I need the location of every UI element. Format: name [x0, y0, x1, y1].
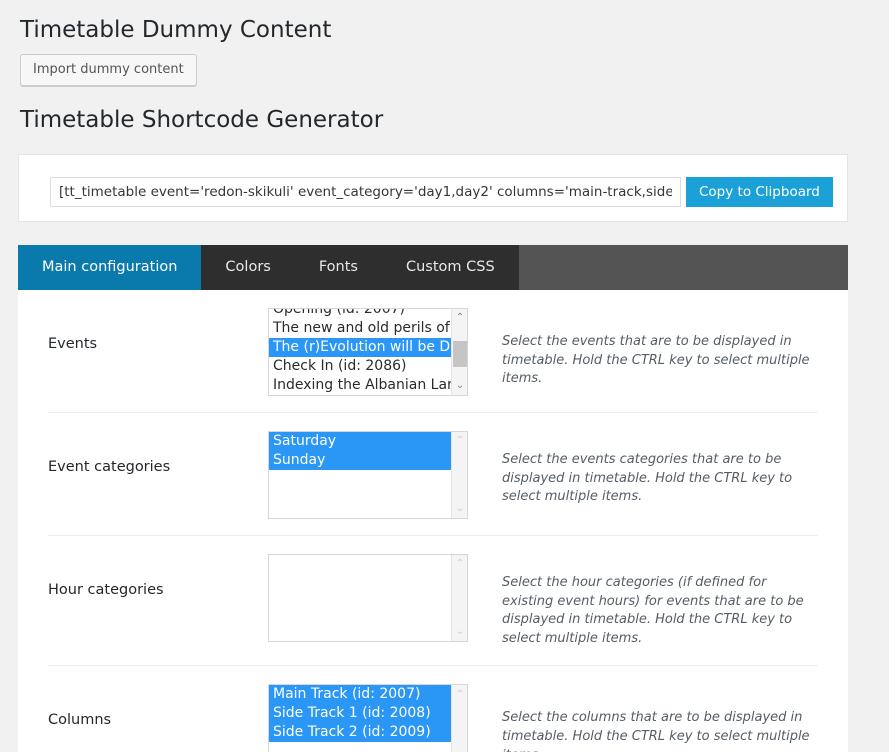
tab-bar: Main configuration Colors Fonts Custom C… [18, 244, 848, 290]
tab-colors[interactable]: Colors [201, 244, 295, 290]
events-listbox[interactable]: Opening (id: 2007) The new and old peril… [268, 307, 468, 396]
scroll-up-icon[interactable]: ⌃ [452, 686, 467, 702]
field-events: Opening (id: 2007) The new and old peril… [268, 307, 468, 396]
hour-categories-listbox-options [269, 555, 452, 641]
tab-fonts[interactable]: Fonts [294, 244, 382, 290]
event-categories-scrollbar[interactable]: ⌃ ⌄ [451, 431, 467, 518]
form-row-events: Events Opening (id: 2007) The new and ol… [48, 290, 818, 413]
list-item[interactable]: Indexing the Albanian Language (id: 2087… [269, 376, 452, 395]
events-listbox-options: Opening (id: 2007) The new and old peril… [269, 309, 452, 395]
help-event-categories: Select the events categories that are to… [502, 451, 793, 505]
scrollbar-thumb[interactable] [453, 340, 467, 367]
event-categories-listbox[interactable]: Saturday Sunday ⌃ ⌄ [268, 430, 468, 519]
help-columns: Select the columns that are to be displa… [502, 710, 810, 752]
scroll-up-icon[interactable]: ⌃ [452, 310, 467, 326]
copy-to-clipboard-button[interactable]: Copy to Clipboard [686, 176, 833, 207]
form-row-hour-categories: Hour categories ⌃ ⌄ Select the hour cate… [48, 536, 818, 667]
list-item[interactable]: The (r)Evolution will be Decentralized (… [269, 337, 452, 357]
field-hour-categories: ⌃ ⌄ [268, 553, 468, 642]
tab-main-configuration[interactable]: Main configuration [18, 244, 202, 290]
columns-listbox[interactable]: Main Track (id: 2007) Side Track 1 (id: … [268, 684, 468, 752]
list-item[interactable]: Opening (id: 2007) [269, 309, 452, 319]
form-row-columns: Columns Main Track (id: 2007) Side Track… [48, 666, 818, 752]
tab-custom-css[interactable]: Custom CSS [381, 244, 519, 290]
scroll-down-icon[interactable]: ⌄ [452, 501, 467, 517]
page-title: Timetable Dummy Content [20, 17, 332, 43]
field-columns: Main Track (id: 2007) Side Track 1 (id: … [268, 684, 468, 752]
list-item[interactable]: The new and old perils of colonialism (i… [269, 319, 452, 338]
shortcode-row: Copy to Clipboard [19, 176, 847, 207]
list-item[interactable]: Check In (id: 2086) [269, 357, 452, 376]
columns-listbox-options: Main Track (id: 2007) Side Track 1 (id: … [269, 685, 452, 752]
list-item[interactable]: Main Track (id: 2007) [269, 685, 452, 705]
generator-title: Timetable Shortcode Generator [20, 106, 384, 133]
label-event-categories: Event categories [48, 458, 171, 475]
events-scrollbar[interactable]: ⌃ ⌄ [451, 308, 467, 395]
hour-categories-scrollbar[interactable]: ⌃ ⌄ [451, 554, 467, 641]
import-dummy-content-button[interactable]: Import dummy content [20, 53, 197, 86]
tab-bar-filler [518, 244, 848, 290]
label-columns: Columns [48, 712, 112, 729]
import-section: Import dummy content [0, 53, 889, 86]
field-event-categories: Saturday Sunday ⌃ ⌄ [268, 430, 468, 519]
list-item[interactable]: Saturday [269, 431, 452, 451]
form-row-event-categories: Event categories Saturday Sunday ⌃ ⌄ Sel… [48, 413, 818, 536]
help-events: Select the events that are to be display… [502, 333, 810, 387]
shortcode-card: Copy to Clipboard [18, 153, 848, 222]
columns-scrollbar[interactable]: ⌃ ⌄ [451, 685, 467, 752]
scroll-up-icon[interactable]: ⌃ [452, 556, 467, 572]
list-item[interactable]: Sunday [269, 450, 452, 470]
help-hour-categories: Select the hour categories (if defined f… [502, 574, 804, 647]
list-item[interactable]: Side Track 2 (id: 2009) [269, 723, 452, 743]
scroll-up-icon[interactable]: ⌃ [452, 433, 467, 449]
event-categories-listbox-options: Saturday Sunday [269, 431, 452, 518]
shortcode-input[interactable] [50, 176, 681, 207]
scroll-down-icon[interactable]: ⌄ [452, 624, 467, 640]
label-hour-categories: Hour categories [48, 581, 164, 598]
label-events: Events [48, 335, 98, 352]
main-configuration-panel: Events Opening (id: 2007) The new and ol… [18, 289, 848, 752]
list-item[interactable]: Side Track 1 (id: 2008) [269, 704, 452, 724]
hour-categories-listbox[interactable]: ⌃ ⌄ [268, 553, 468, 642]
scroll-down-icon[interactable]: ⌄ [452, 378, 467, 394]
